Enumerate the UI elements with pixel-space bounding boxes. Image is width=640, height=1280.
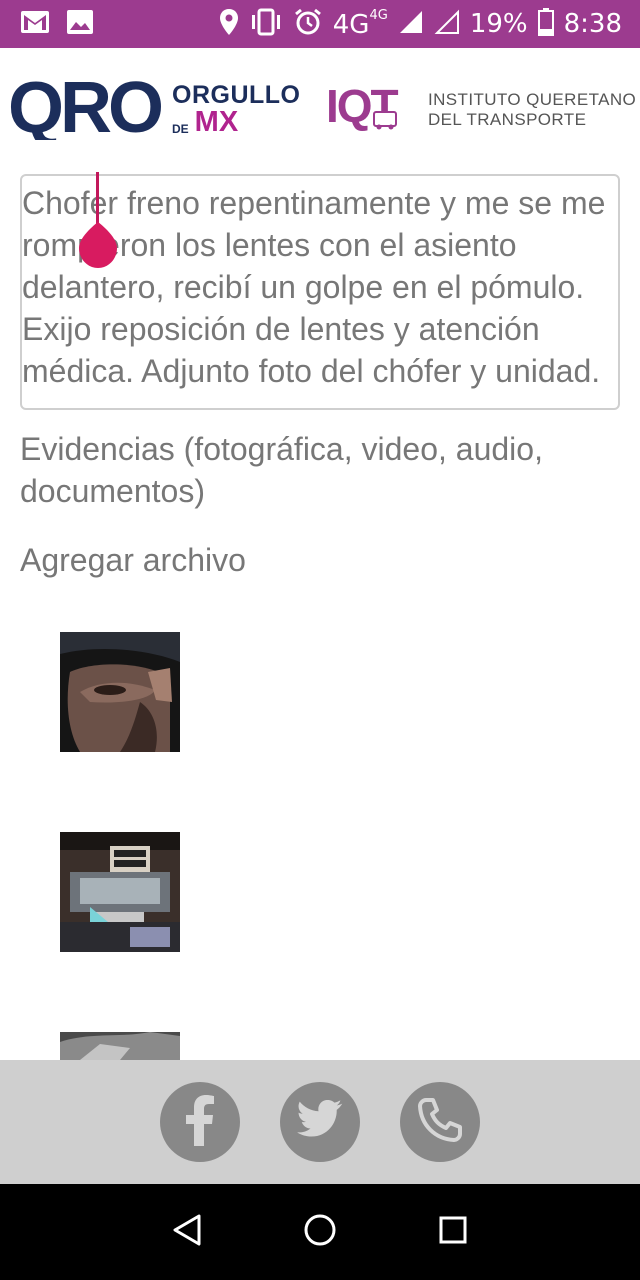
twitter-button[interactable]	[280, 1082, 360, 1162]
header: QRO ORGULLO DE MX IQT INSTITUTO QUERETAN…	[0, 48, 640, 168]
facebook-button[interactable]	[160, 1082, 240, 1162]
gmail-icon	[20, 10, 50, 39]
home-button[interactable]	[300, 1212, 340, 1252]
facebook-icon	[180, 1094, 220, 1151]
vibrate-icon	[249, 8, 283, 41]
network-label: 4G	[332, 10, 370, 40]
qro-logo-text: QRO	[8, 74, 161, 140]
complaint-text: Chofer freno repentinamente y me se me r…	[22, 185, 606, 389]
signal-empty-icon	[434, 9, 460, 40]
attachment-thumbnail-2[interactable]	[60, 832, 180, 952]
network-sup-label: 4G	[369, 8, 388, 23]
attachment-thumbnail-3[interactable]	[60, 1032, 180, 1060]
phone-icon	[417, 1097, 463, 1148]
orgullo-mx-logo: ORGULLO DE MX	[172, 81, 312, 138]
status-bar: 4G4G 19% 8:38	[0, 0, 640, 48]
iqt-logo: IQT	[326, 80, 422, 132]
orgullo-mx-text: MX	[194, 106, 239, 138]
iqt-name: INSTITUTO QUERETANO DEL TRANSPORTE	[428, 90, 636, 130]
iqt-name-line2: DEL TRANSPORTE	[428, 110, 587, 129]
recents-button[interactable]	[433, 1212, 473, 1252]
twitter-icon	[296, 1099, 344, 1145]
back-button[interactable]	[167, 1212, 207, 1252]
iqt-name-line1: INSTITUTO QUERETANO	[428, 90, 637, 109]
phone-button[interactable]	[400, 1082, 480, 1162]
text-cursor-handle[interactable]	[79, 222, 117, 268]
attachment-thumbnail-1[interactable]	[60, 632, 180, 752]
location-icon	[219, 8, 239, 41]
home-icon	[303, 1213, 337, 1252]
orgullo-de-text: DE	[172, 122, 189, 136]
complaint-textarea[interactable]: Chofer freno repentinamente y me se me r…	[20, 174, 620, 410]
network-type: 4G4G	[333, 8, 388, 40]
evidence-label: Evidencias (fotográfica, video, audio, d…	[20, 431, 543, 509]
alarm-icon	[293, 7, 323, 42]
back-icon	[172, 1214, 202, 1251]
battery-percent: 19%	[469, 9, 528, 39]
image-icon	[66, 9, 94, 40]
battery-icon	[537, 7, 554, 41]
social-bar	[0, 1060, 640, 1184]
clock-time: 8:38	[563, 9, 622, 39]
recents-icon	[438, 1215, 468, 1250]
status-bar-left	[20, 9, 94, 40]
text-cursor	[96, 172, 99, 224]
add-file-button[interactable]: Agregar archivo	[20, 539, 246, 581]
orgullo-text: ORGULLO	[172, 81, 301, 109]
signal-icon	[398, 9, 424, 40]
orgullo-bottom: DE MX	[172, 106, 312, 138]
qro-logo: QRO	[8, 68, 168, 148]
app-screen: 4G4G 19% 8:38 QRO ORGULLO DE MX IQT INST…	[0, 0, 640, 1280]
android-nav-bar	[0, 1184, 640, 1280]
status-bar-right: 4G4G 19% 8:38	[219, 7, 622, 42]
